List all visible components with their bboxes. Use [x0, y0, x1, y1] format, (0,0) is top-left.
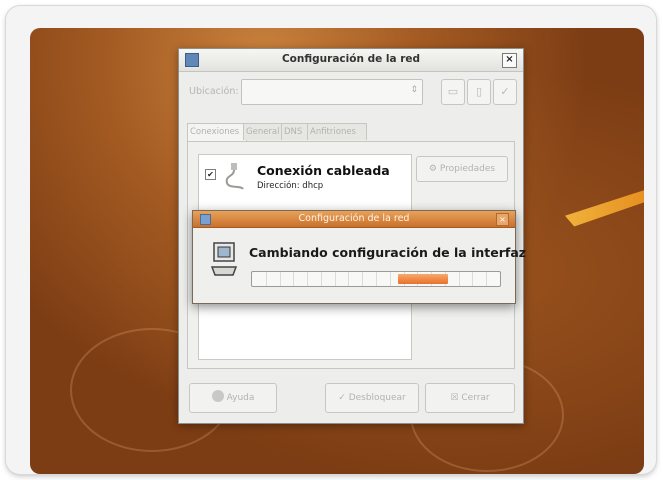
location-combo[interactable]: ⇕ — [241, 79, 423, 105]
unlock-button[interactable]: ✓ Desbloquear — [325, 383, 419, 413]
help-button[interactable]: Ayuda — [189, 383, 277, 413]
progress-message: Cambiando configuración de la interfaz — [249, 245, 527, 260]
progress-dialog-title: Configuración de la red — [298, 213, 410, 224]
tab-anfitriones[interactable]: Anfitriones — [307, 123, 367, 140]
properties-icon: ⚙ — [428, 164, 437, 174]
save-icon: ▭ — [447, 85, 459, 98]
save-location-button[interactable]: ▭ — [441, 79, 465, 105]
checkmark-icon: ✓ — [500, 85, 510, 98]
connection-address: Dirección: dhcp — [257, 181, 324, 191]
progress-dialog-titlebar[interactable]: Configuración de la red × — [193, 211, 515, 228]
progress-segment — [321, 272, 322, 286]
progress-bar — [251, 271, 501, 287]
properties-button[interactable]: ⚙ Propiedades — [416, 156, 508, 182]
help-label: Ayuda — [226, 393, 255, 403]
tab-general[interactable]: General — [243, 123, 285, 140]
connection-enabled-checkbox[interactable]: ✔ — [205, 169, 216, 180]
progress-segment — [348, 272, 349, 286]
computer-icon — [211, 242, 237, 276]
progress-dialog: Configuración de la red × Cambiando conf… — [192, 210, 526, 304]
unlock-icon: ✓ — [338, 393, 346, 403]
delete-location-button[interactable]: ▯ — [467, 79, 491, 105]
progress-segment — [362, 272, 363, 286]
window-close-button[interactable]: × — [502, 53, 517, 68]
close-icon: ☒ — [450, 393, 459, 403]
help-icon — [211, 390, 224, 402]
progress-segment — [266, 272, 267, 286]
progress-segment — [459, 272, 460, 286]
window-title: Configuración de la red — [281, 53, 421, 65]
window-titlebar[interactable]: Configuración de la red × — [179, 49, 523, 72]
unlock-label: Desbloquear — [348, 393, 406, 403]
close-button[interactable]: ☒ Cerrar — [425, 383, 515, 413]
combo-arrow-icon: ⇕ — [410, 85, 418, 95]
progress-segment — [280, 272, 281, 286]
progress-segment — [307, 272, 308, 286]
progress-segment — [390, 272, 391, 286]
connection-name: Conexión cableada — [257, 163, 390, 178]
trash-icon: ▯ — [475, 85, 483, 98]
progress-dialog-close-button[interactable]: × — [496, 213, 509, 226]
location-label: Ubicación: — [189, 86, 239, 97]
wallpaper-bird-beak — [565, 186, 644, 227]
properties-label: Propiedades — [439, 164, 496, 174]
progress-segment — [472, 272, 473, 286]
progress-segment — [335, 272, 336, 286]
progress-bar-fill — [398, 274, 448, 284]
tab-conexiones[interactable]: Conexiones — [187, 123, 247, 141]
progress-segment — [486, 272, 487, 286]
progress-segment — [376, 272, 377, 286]
progress-segment — [293, 272, 294, 286]
close-label: Cerrar — [461, 393, 490, 403]
apply-location-button[interactable]: ✓ — [493, 79, 517, 105]
wired-connection-icon — [225, 163, 244, 190]
